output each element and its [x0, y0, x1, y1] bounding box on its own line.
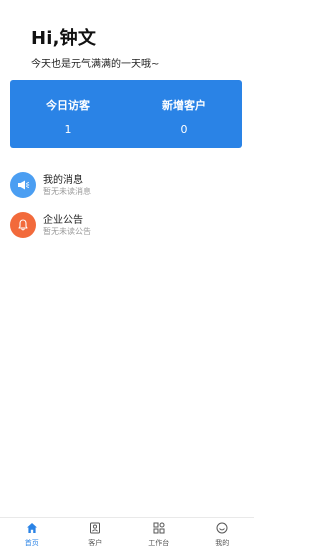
tab-home[interactable]: 首页 — [0, 518, 64, 551]
tab-mine-label: 我的 — [215, 539, 230, 547]
company-notices-subtitle: 暂无未读公告 — [43, 227, 91, 236]
tab-workbench-label: 工作台 — [148, 539, 170, 547]
bell-icon — [10, 212, 36, 238]
company-notices-title: 企业公告 — [43, 215, 83, 226]
today-visitors-label: 今日访客 — [46, 99, 90, 112]
today-visitors-stat[interactable]: 今日访客 1 — [10, 80, 126, 148]
contact-card-icon — [90, 522, 100, 534]
my-messages-subtitle: 暂无未读消息 — [43, 187, 91, 196]
smiley-icon — [216, 522, 228, 534]
home-icon — [26, 523, 37, 533]
my-messages-title: 我的消息 — [43, 175, 83, 186]
tab-customers-label: 客户 — [88, 539, 103, 547]
tab-mine[interactable]: 我的 — [191, 518, 255, 551]
tab-home-label: 首页 — [24, 539, 39, 547]
new-customers-value: 0 — [180, 123, 188, 136]
list-item-company-notices[interactable]: 企业公告 暂无未读公告 — [10, 210, 244, 240]
greeting-subtitle: 今天也是元气满满的一天哦~ — [31, 59, 160, 70]
megaphone-icon — [10, 172, 36, 198]
tab-workbench[interactable]: 工作台 — [127, 518, 191, 551]
greeting-title: Hi,钟文 — [31, 28, 97, 49]
list-item-my-messages[interactable]: 我的消息 暂无未读消息 — [10, 170, 244, 200]
today-visitors-value: 1 — [64, 123, 72, 136]
tab-customers[interactable]: 客户 — [64, 518, 128, 551]
new-customers-stat[interactable]: 新增客户 0 — [126, 80, 242, 148]
bottom-tab-bar: 首页 客户 工作台 我的 — [0, 517, 254, 551]
stats-card: 今日访客 1 新增客户 0 — [10, 80, 242, 148]
grid-icon — [153, 522, 164, 534]
new-customers-label: 新增客户 — [162, 99, 206, 112]
